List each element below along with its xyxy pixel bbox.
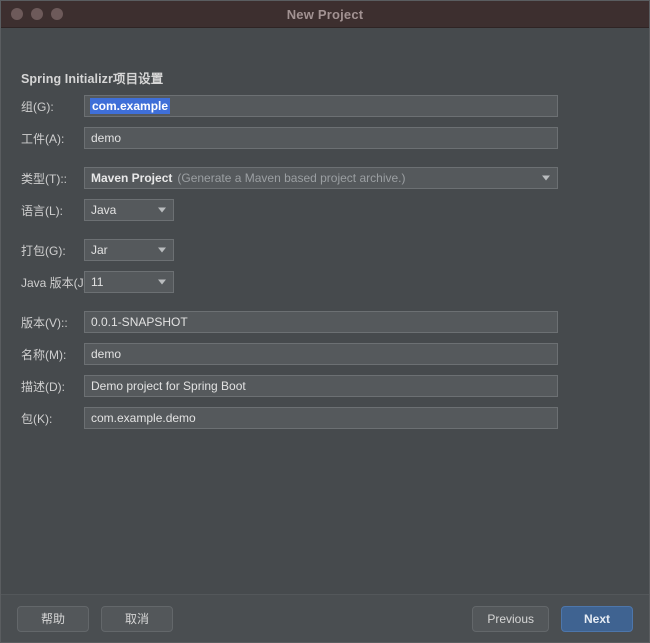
field-label: 描述(D): xyxy=(21,379,65,394)
field-label: 包(K): xyxy=(21,411,53,426)
field-value: 11 xyxy=(91,275,104,289)
cancel-button[interactable]: 取消 xyxy=(101,605,173,632)
chevron-down-icon[interactable] xyxy=(542,175,550,181)
field-label: 类型(T):: xyxy=(21,171,67,186)
new-project-dialog: New Project Spring Initializr项目设置 组(G): c… xyxy=(0,0,650,643)
form-row: 语言(L): Java xyxy=(1,194,649,226)
field-label: 名称(M): xyxy=(21,347,67,362)
form-row: 类型(T):: Maven Project (Generate a Maven ba… xyxy=(1,162,649,194)
chevron-down-icon[interactable] xyxy=(158,207,166,213)
chevron-down-icon[interactable] xyxy=(158,247,166,253)
dialog-footer: 帮助 取消 Previous Next xyxy=(1,594,649,642)
text-field[interactable]: com.example xyxy=(84,95,558,117)
close-button[interactable] xyxy=(11,8,23,20)
form-row: 组(G): com.example xyxy=(1,90,649,122)
field-label: 版本(V):: xyxy=(21,315,68,330)
text-field[interactable]: 0.0.1-SNAPSHOT xyxy=(84,311,558,333)
field-value: Jar xyxy=(91,243,108,257)
window-controls xyxy=(1,8,63,20)
form-row: 包(K): com.example.demo xyxy=(1,402,649,434)
field-label: 语言(L): xyxy=(21,203,64,218)
field-value: 0.0.1-SNAPSHOT xyxy=(91,315,188,329)
form-row: 描述(D): Demo project for Spring Boot xyxy=(1,370,649,402)
help-button[interactable]: 帮助 xyxy=(17,605,89,632)
field-value: com.example.demo xyxy=(91,411,196,425)
form-row: 版本(V):: 0.0.1-SNAPSHOT xyxy=(1,306,649,338)
page-title: Spring Initializr项目设置 xyxy=(21,72,164,86)
form-row: Java 版本(J): 11 xyxy=(1,266,649,298)
field-label: 组(G): xyxy=(21,99,54,114)
minimize-button[interactable] xyxy=(31,8,43,20)
text-field[interactable]: Demo project for Spring Boot xyxy=(84,375,558,397)
chevron-down-icon[interactable] xyxy=(158,279,166,285)
select-field[interactable]: Jar xyxy=(84,239,174,261)
text-field[interactable]: com.example.demo xyxy=(84,407,558,429)
field-value: Demo project for Spring Boot xyxy=(91,379,246,393)
zoom-button[interactable] xyxy=(51,8,63,20)
window-titlebar: New Project xyxy=(1,1,649,28)
dialog-content: Spring Initializr项目设置 组(G): com.example 工件… xyxy=(1,28,649,594)
text-field[interactable]: demo xyxy=(84,343,558,365)
field-label: 打包(G): xyxy=(21,243,66,258)
field-label: Java 版本(J): xyxy=(21,275,92,290)
select-field[interactable]: 11 xyxy=(84,271,174,293)
next-button[interactable]: Next xyxy=(561,605,633,632)
form-row: 工件(A): demo xyxy=(1,122,649,154)
field-hint: (Generate a Maven based project archive.… xyxy=(177,171,406,185)
form-row: 打包(G): Jar xyxy=(1,234,649,266)
form-row: 名称(M): demo xyxy=(1,338,649,370)
project-settings-form: 组(G): com.example 工件(A): demo 类型(T):: Maven P… xyxy=(1,90,649,434)
field-value: Java xyxy=(91,203,117,217)
select-field[interactable]: Maven Project (Generate a Maven based pro… xyxy=(84,167,558,189)
field-value: demo xyxy=(91,347,122,361)
previous-button[interactable]: Previous xyxy=(472,605,549,632)
window-title: New Project xyxy=(286,6,364,22)
field-value: Maven Project xyxy=(91,171,173,185)
field-value: com.example xyxy=(90,98,171,114)
select-field[interactable]: Java xyxy=(84,199,174,221)
field-label: 工件(A): xyxy=(21,131,65,146)
text-field[interactable]: demo xyxy=(84,127,558,149)
field-value: demo xyxy=(91,131,122,145)
